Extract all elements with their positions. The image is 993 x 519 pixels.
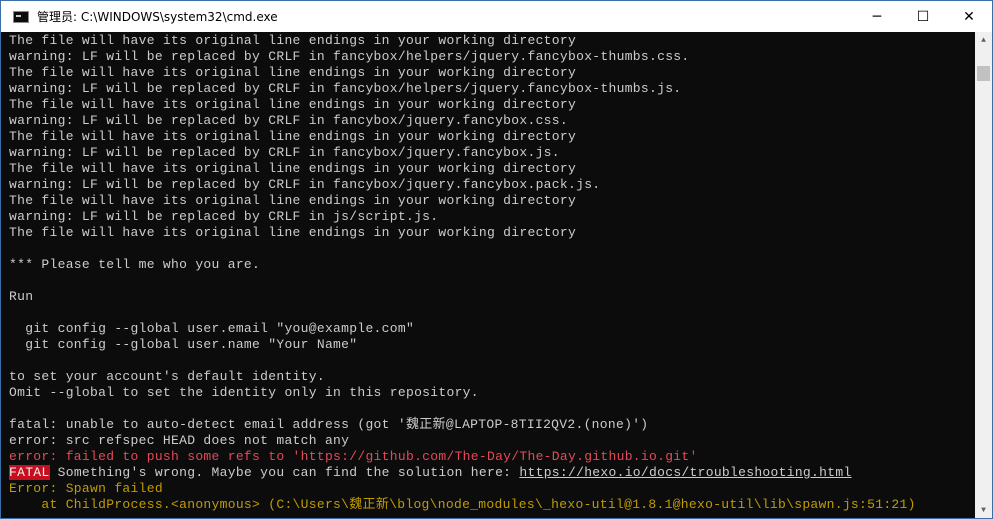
vertical-scrollbar[interactable]: ▲ ▼ <box>975 32 992 518</box>
maximize-button[interactable]: ☐ <box>900 1 946 32</box>
console-line: The file will have its original line end… <box>9 161 577 176</box>
console-line: git config --global user.name "Your Name… <box>9 337 358 352</box>
console-line: warning: LF will be replaced by CRLF in … <box>9 113 568 128</box>
cmd-window: 管理员: C:\WINDOWS\system32\cmd.exe ─ ☐ ✕ T… <box>0 0 993 519</box>
fatal-tag: FATAL <box>9 465 50 480</box>
console-line: warning: LF will be replaced by CRLF in … <box>9 177 601 192</box>
console-line: The file will have its original line end… <box>9 97 577 112</box>
console-line: warning: LF will be replaced by CRLF in … <box>9 209 439 224</box>
title-bar[interactable]: 管理员: C:\WINDOWS\system32\cmd.exe ─ ☐ ✕ <box>1 1 992 32</box>
console-line: Run <box>9 289 34 304</box>
window-controls: ─ ☐ ✕ <box>854 1 992 32</box>
console-line: to set your account's default identity. <box>9 369 325 384</box>
console-line: The file will have its original line end… <box>9 193 577 208</box>
scroll-down-icon[interactable]: ▼ <box>975 502 992 518</box>
console-output[interactable]: The file will have its original line end… <box>9 33 964 518</box>
console-line: Omit --global to set the identity only i… <box>9 385 479 400</box>
close-button[interactable]: ✕ <box>946 1 992 32</box>
console-line: The file will have its original line end… <box>9 129 577 144</box>
cmd-app-icon[interactable] <box>13 10 29 23</box>
console-line: The file will have its original line end… <box>9 33 577 48</box>
scroll-thumb[interactable] <box>977 66 990 81</box>
push-error-line: error: failed to push some refs to 'http… <box>9 449 698 464</box>
console-line: warning: LF will be replaced by CRLF in … <box>9 81 682 96</box>
console-line: warning: LF will be replaced by CRLF in … <box>9 49 690 64</box>
console-line: *** Please tell me who you are. <box>9 257 261 272</box>
console-line: error: src refspec HEAD does not match a… <box>9 433 350 448</box>
console-line: fatal: unable to auto-detect email addre… <box>9 417 649 432</box>
fatal-message: Something's wrong. Maybe you can find th… <box>49 465 520 480</box>
stack-trace-line: at ChildProcess.<anonymous> (C:\Users\魏正… <box>9 497 916 512</box>
console-line: The file will have its original line end… <box>9 65 577 80</box>
minimize-button[interactable]: ─ <box>854 1 900 32</box>
troubleshooting-link[interactable]: https://hexo.io/docs/troubleshooting.htm… <box>519 465 851 480</box>
fatal-line: FATAL Something's wrong. Maybe you can f… <box>9 465 964 481</box>
scroll-up-icon[interactable]: ▲ <box>975 32 992 49</box>
console-line: git config --global user.email "you@exam… <box>9 321 415 336</box>
spawn-error-line: Error: Spawn failed <box>9 481 163 496</box>
console-line: The file will have its original line end… <box>9 225 577 240</box>
console-line: warning: LF will be replaced by CRLF in … <box>9 145 560 160</box>
window-title: 管理员: C:\WINDOWS\system32\cmd.exe <box>37 10 278 24</box>
